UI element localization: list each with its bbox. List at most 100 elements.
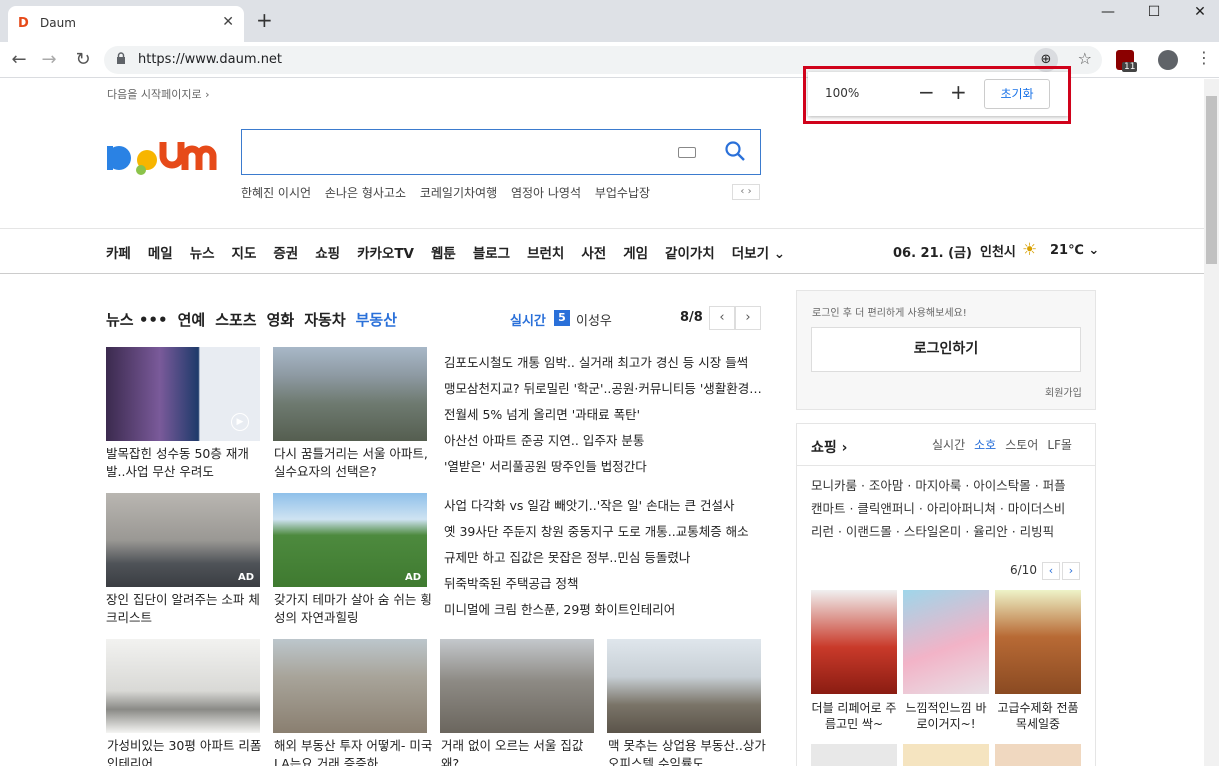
nav-item-dictionary[interactable]: 사전 bbox=[581, 246, 606, 262]
nav-item-blog[interactable]: 블로그 bbox=[473, 246, 510, 262]
nav-item-game[interactable]: 게임 bbox=[623, 246, 648, 262]
tab-sports[interactable]: 스포츠 bbox=[215, 311, 256, 329]
trending-keyword[interactable]: 염정아 나영석 bbox=[511, 186, 581, 200]
minimize-button[interactable]: — bbox=[1085, 4, 1131, 20]
product-image[interactable] bbox=[995, 590, 1081, 694]
ad-thumbnail[interactable]: AD bbox=[106, 493, 260, 587]
maximize-button[interactable]: ☐ bbox=[1131, 4, 1177, 20]
product-image[interactable] bbox=[811, 744, 897, 766]
product-caption[interactable]: 느낌적인느낌 바로이거지~! bbox=[903, 700, 989, 732]
headline-link[interactable]: 규제만 하고 집값은 못잡은 정부..민심 등돌렸나 bbox=[444, 547, 762, 566]
headline-link[interactable]: 옛 39사단 주둔지 창원 중동지구 도로 개통..교통체증 해소 bbox=[444, 521, 762, 540]
nav-item-brunch[interactable]: 브런치 bbox=[527, 246, 564, 262]
tab-realestate[interactable]: 부동산 bbox=[356, 311, 397, 329]
search-icon[interactable] bbox=[724, 140, 746, 162]
date-text: 06. 21. (금) bbox=[893, 246, 972, 261]
trending-keyword[interactable]: 손나은 형사고소 bbox=[325, 186, 406, 200]
product-image[interactable] bbox=[995, 744, 1081, 766]
product-caption[interactable]: 고급수제화 전품목세일중 bbox=[995, 700, 1081, 732]
news-thumbnail[interactable] bbox=[273, 639, 427, 733]
tab-shop-realtime[interactable]: 실시간 bbox=[932, 438, 965, 452]
realtime-keyword[interactable]: 이성우 bbox=[576, 310, 612, 329]
headline-link[interactable]: 아산선 아파트 준공 지연.. 입주자 분통 bbox=[444, 430, 762, 449]
brand-line[interactable]: 모니카룸 · 조아맘 · 마지아룩 · 아이스탁몰 · 퍼플 bbox=[811, 474, 1087, 497]
tab-entertainment[interactable]: 연예 bbox=[178, 311, 206, 329]
news-thumbnail[interactable] bbox=[440, 639, 594, 733]
product-caption[interactable]: 더블 리페어로 주름고민 싹~ bbox=[811, 700, 897, 732]
tab-shop-soho[interactable]: 소호 bbox=[974, 438, 996, 452]
nav-item-map[interactable]: 지도 bbox=[232, 246, 257, 262]
realtime-label[interactable]: 실시간 bbox=[510, 310, 546, 329]
close-window-button[interactable]: ✕ bbox=[1177, 4, 1219, 20]
keyboard-icon[interactable] bbox=[678, 147, 696, 158]
set-homepage-link[interactable]: 다음을 시작페이지로 › bbox=[107, 86, 209, 102]
forward-arrow-icon[interactable]: → bbox=[38, 49, 60, 70]
headline-link[interactable]: 전월세 5% 넘게 올리면 '과태료 폭탄' bbox=[444, 404, 762, 423]
browser-tab[interactable]: D Daum ✕ bbox=[8, 6, 244, 42]
shop-prev-button[interactable]: ‹ bbox=[1042, 562, 1060, 580]
nav-item-cafe[interactable]: 카페 bbox=[106, 246, 131, 262]
nav-item-more[interactable]: 더보기 ⌄ bbox=[732, 246, 785, 262]
news-caption[interactable]: 해외 부동산 투자 어떻게- 미국LA는요 거래 증증하 bbox=[274, 737, 434, 766]
tab-shop-store[interactable]: 스토어 bbox=[1005, 438, 1038, 452]
new-tab-button[interactable]: + bbox=[256, 10, 273, 30]
scrollbar-thumb[interactable] bbox=[1206, 96, 1217, 264]
tab-movie[interactable]: 영화 bbox=[267, 311, 295, 329]
shopping-title[interactable]: 쇼핑 › bbox=[811, 437, 847, 457]
prev-page-button[interactable]: ‹ bbox=[709, 306, 735, 330]
trending-keyword[interactable]: 부업수납장 bbox=[595, 186, 650, 200]
nav-item-kakaotv[interactable]: 카카오TV bbox=[357, 246, 414, 262]
product-image[interactable] bbox=[811, 590, 897, 694]
news-caption[interactable]: 맥 못추는 상업용 부동산..상가오피스텔 수익률도 bbox=[608, 737, 768, 766]
news-caption[interactable]: 다시 꿈틀거리는 서울 아파트, 실수요자의 선택은? bbox=[274, 445, 434, 481]
next-page-button[interactable]: › bbox=[735, 306, 761, 330]
nav-item-together[interactable]: 같이가치 bbox=[665, 246, 715, 262]
reload-icon[interactable]: ↻ bbox=[72, 49, 94, 70]
brand-line[interactable]: 리런 · 이랜드몰 · 스타일온미 · 율리안 · 리빙픽 bbox=[811, 520, 1087, 543]
signup-link[interactable]: 회원가입 bbox=[1045, 384, 1082, 399]
nav-item-mail[interactable]: 메일 bbox=[148, 246, 173, 262]
search-input[interactable] bbox=[241, 129, 761, 175]
nav-item-shopping[interactable]: 쇼핑 bbox=[315, 246, 340, 262]
bookmark-star-icon[interactable]: ☆ bbox=[1078, 49, 1092, 68]
weather-city[interactable]: 인천시 bbox=[980, 241, 1016, 260]
account-icon[interactable] bbox=[1158, 50, 1178, 70]
trending-nav-buttons[interactable]: ‹ › bbox=[732, 184, 760, 200]
news-caption[interactable]: 거래 없이 오르는 서울 집값 왜? bbox=[441, 737, 601, 766]
news-thumbnail[interactable]: ▶ bbox=[106, 347, 260, 441]
news-thumbnail[interactable] bbox=[106, 639, 260, 733]
daum-logo[interactable] bbox=[105, 128, 223, 176]
back-arrow-icon[interactable]: ← bbox=[8, 49, 30, 70]
ad-thumbnail[interactable]: AD bbox=[273, 493, 427, 587]
nav-item-stock[interactable]: 증권 bbox=[273, 246, 298, 262]
headline-link[interactable]: 미니멀에 크림 한스푼, 29평 화이트인테리어 bbox=[444, 599, 762, 618]
tab-car[interactable]: 자동차 bbox=[304, 311, 345, 329]
weather-temp[interactable]: 21℃ ⌄ bbox=[1050, 243, 1099, 258]
news-thumbnail[interactable] bbox=[607, 639, 761, 733]
news-caption[interactable]: 발목잡힌 성수동 50층 재개발..사업 무산 우려도 bbox=[106, 445, 266, 481]
brand-line[interactable]: 캔마트 · 클릭앤퍼니 · 아리아퍼니쳐 · 마이더스비 bbox=[811, 497, 1087, 520]
shop-next-button[interactable]: › bbox=[1062, 562, 1080, 580]
login-button[interactable]: 로그인하기 bbox=[811, 327, 1081, 372]
trending-keyword[interactable]: 코레일기차여행 bbox=[420, 186, 497, 200]
play-icon[interactable]: ▶ bbox=[231, 413, 249, 431]
news-thumbnail[interactable] bbox=[273, 347, 427, 441]
menu-kebab-icon[interactable]: ⋮ bbox=[1196, 48, 1212, 67]
tab-news[interactable]: 뉴스 ••• bbox=[106, 311, 168, 329]
headline-link[interactable]: 사업 다각화 vs 일감 빼앗기..'작은 일' 손대는 큰 건설사 bbox=[444, 495, 762, 514]
headline-link[interactable]: '열받은' 서리풀공원 땅주인들 법정간다 bbox=[444, 456, 762, 475]
product-image[interactable] bbox=[903, 744, 989, 766]
headline-link[interactable]: 김포도시철도 개통 임박.. 실거래 최고가 경신 등 시장 들썩 bbox=[444, 352, 762, 371]
global-nav: 카페 메일 뉴스 지도 증권 쇼핑 카카오TV 웹툰 블로그 브런치 사전 게임 같이가치 더보기 ⌄ bbox=[106, 242, 802, 262]
product-image[interactable] bbox=[903, 590, 989, 694]
nav-item-news[interactable]: 뉴스 bbox=[190, 246, 215, 262]
headline-link[interactable]: 뒤죽박죽된 주택공급 정책 bbox=[444, 573, 762, 592]
tab-close-icon[interactable]: ✕ bbox=[222, 14, 234, 30]
tab-shop-lfmall[interactable]: LF몰 bbox=[1047, 438, 1072, 452]
trending-keyword[interactable]: 한혜진 이시언 bbox=[241, 186, 311, 200]
nav-item-webtoon[interactable]: 웹툰 bbox=[431, 246, 456, 262]
headline-link[interactable]: 맹모삼천지교? 뒤로밀린 '학군'..공원·커뮤니티등 '생활환경'... bbox=[444, 378, 762, 397]
ad-caption[interactable]: 갖가지 테마가 살아 숨 쉬는 횡성의 자연과힐링 bbox=[274, 591, 434, 627]
news-caption[interactable]: 가성비있는 30평 아파트 리폼인테리어 bbox=[107, 737, 267, 766]
ad-caption[interactable]: 장인 집단이 알려주는 소파 체크리스트 bbox=[106, 591, 266, 627]
